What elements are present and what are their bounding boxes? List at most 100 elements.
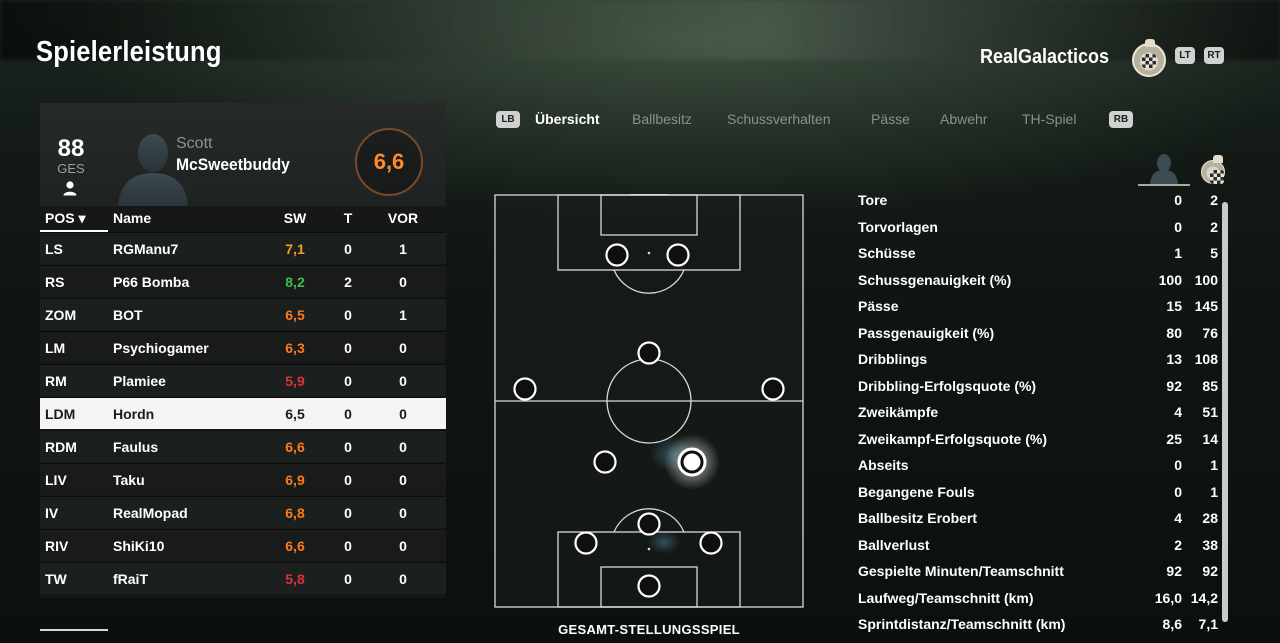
overall-rating: 88 GES	[56, 137, 86, 177]
row-player-name: RealMopad	[113, 505, 188, 521]
table-row[interactable]: LIV Taku 6,9 0 0	[40, 463, 446, 495]
stat-label: Sprintdistanz/Teamschnitt (km)	[858, 616, 1066, 632]
row-position: RDM	[45, 439, 77, 455]
stat-player-value: 4	[1174, 510, 1182, 526]
stat-player-value: 2	[1174, 536, 1182, 553]
stat-row: Tore 0 2	[858, 187, 1220, 213]
row-goals: 0	[344, 505, 352, 521]
stat-row: Begangene Fouls 0 1	[858, 479, 1220, 505]
table-row[interactable]: TW fRaiT 5,8 0 0	[40, 562, 446, 594]
table-row[interactable]: LS RGManu7 7,1 0 1	[40, 232, 446, 264]
tab-abwehr[interactable]: Abwehr	[940, 111, 987, 127]
rt-button-hint[interactable]: RT	[1204, 47, 1224, 64]
tab-th-spiel[interactable]: TH-Spiel	[1022, 111, 1076, 127]
stat-row: Ballverlust 2 38	[858, 532, 1220, 558]
stat-player-value: 92	[1166, 377, 1182, 394]
row-assists: 0	[399, 373, 407, 389]
row-assists: 0	[399, 439, 407, 455]
table-row[interactable]: IV RealMopad 6,8 0 0	[40, 496, 446, 528]
row-goals: 0	[344, 307, 352, 323]
stat-row: Zweikampf-Erfolgsquote (%) 25 14	[858, 426, 1220, 452]
stat-team-value: 51	[1202, 404, 1218, 420]
stat-team-value: 1	[1210, 457, 1218, 473]
tab-ballbesitz[interactable]: Ballbesitz	[632, 111, 692, 127]
stat-label: Dribblings	[858, 351, 928, 367]
row-position: ZOM	[45, 307, 77, 323]
stats-scrollbar-thumb[interactable]	[1222, 202, 1228, 622]
stat-team-value: 5	[1210, 245, 1218, 261]
team-column-icon	[1201, 155, 1225, 184]
row-goals: 0	[344, 472, 352, 488]
row-position: LM	[45, 340, 66, 356]
table-row[interactable]: RDM Faulus 6,6 0 0	[40, 430, 446, 462]
stat-label: Torvorlagen	[858, 218, 938, 235]
positioning-pitch	[494, 194, 804, 608]
row-rating: 6,9	[285, 472, 305, 488]
tab-schussverhalten[interactable]: Schussverhalten	[727, 111, 831, 127]
lb-button-hint[interactable]: LB	[496, 111, 520, 128]
row-assists: 0	[399, 406, 407, 422]
table-row[interactable]: RM Plamiee 5,9 0 0	[40, 364, 446, 396]
marker-lm	[513, 377, 537, 401]
stat-team-value: 1	[1210, 483, 1218, 500]
stat-player-value: 0	[1174, 483, 1182, 500]
stat-row: Abseits 0 1	[858, 452, 1220, 478]
stat-player-value: 16,0	[1154, 589, 1182, 606]
stat-player-value: 4	[1174, 404, 1182, 420]
vor-column-header[interactable]: VOR	[385, 210, 421, 226]
table-row[interactable]: ZOM BOT 6,5 0 1	[40, 298, 446, 330]
stat-player-value: 1	[1174, 245, 1182, 261]
row-goals: 0	[344, 571, 352, 587]
table-row[interactable]: LDM Hordn 6,5 0 0	[40, 397, 446, 429]
table-row[interactable]: RS P66 Bomba 8,2 2 0	[40, 265, 446, 297]
stat-player-value: 0	[1174, 218, 1182, 235]
row-assists: 1	[399, 307, 407, 323]
rb-button-hint[interactable]: RB	[1109, 111, 1133, 128]
stat-row: Schussgenauigkeit (%) 100 100	[858, 267, 1220, 293]
page-title: Spielerleistung	[36, 36, 222, 68]
stat-player-value: 0	[1174, 192, 1182, 208]
name-column-header[interactable]: Name	[113, 210, 273, 226]
t-column-header[interactable]: T	[336, 210, 360, 226]
row-rating: 6,6	[285, 538, 305, 554]
row-position: RIV	[45, 538, 69, 554]
row-player-name: ShiKi10	[113, 538, 165, 554]
marker-liv	[574, 531, 598, 555]
marker-riv	[699, 531, 723, 555]
row-goals: 0	[344, 340, 352, 356]
row-player-name: fRaiT	[113, 571, 148, 587]
stat-team-value: 2	[1210, 218, 1218, 235]
marker-zom	[637, 341, 661, 365]
player-card: 88 GES Scott McSweetbuddy 6,6	[40, 103, 446, 206]
table-row[interactable]: LM Psychiogamer 6,3 0 0	[40, 331, 446, 363]
stats-scrollbar[interactable]	[1222, 202, 1228, 622]
row-goals: 0	[344, 538, 352, 554]
row-goals: 0	[344, 241, 352, 257]
match-rating-badge: 6,6	[355, 128, 423, 196]
stat-player-value: 15	[1166, 298, 1182, 314]
row-rating: 8,2	[285, 274, 305, 290]
pitch-caption: GESAMT-STELLUNGSSPIEL	[558, 622, 740, 637]
stat-team-value: 100	[1194, 271, 1218, 288]
row-assists: 0	[399, 340, 407, 356]
row-goals: 0	[344, 406, 352, 422]
row-position: RM	[45, 373, 67, 389]
stat-player-value: 80	[1166, 324, 1182, 341]
stat-team-value: 28	[1202, 510, 1218, 526]
row-player-name: Plamiee	[113, 373, 166, 389]
sw-column-header[interactable]: SW	[280, 210, 310, 226]
pitch-diagram	[494, 194, 804, 608]
tab-paesse[interactable]: Pässe	[871, 111, 910, 127]
row-player-name: Faulus	[113, 439, 159, 455]
row-position: LIV	[45, 472, 67, 488]
row-position: LDM	[45, 406, 76, 422]
marker-rm	[761, 377, 785, 401]
row-rating: 5,8	[285, 571, 305, 587]
stat-team-value: 92	[1202, 563, 1218, 579]
stat-row: Schüsse 1 5	[858, 240, 1220, 266]
lt-button-hint[interactable]: LT	[1175, 47, 1195, 64]
tab-uebersicht[interactable]: Übersicht	[535, 111, 600, 127]
marker-rs	[666, 243, 690, 267]
pos-column-header[interactable]: POS ▾	[45, 210, 105, 227]
table-row[interactable]: RIV ShiKi10 6,6 0 0	[40, 529, 446, 561]
